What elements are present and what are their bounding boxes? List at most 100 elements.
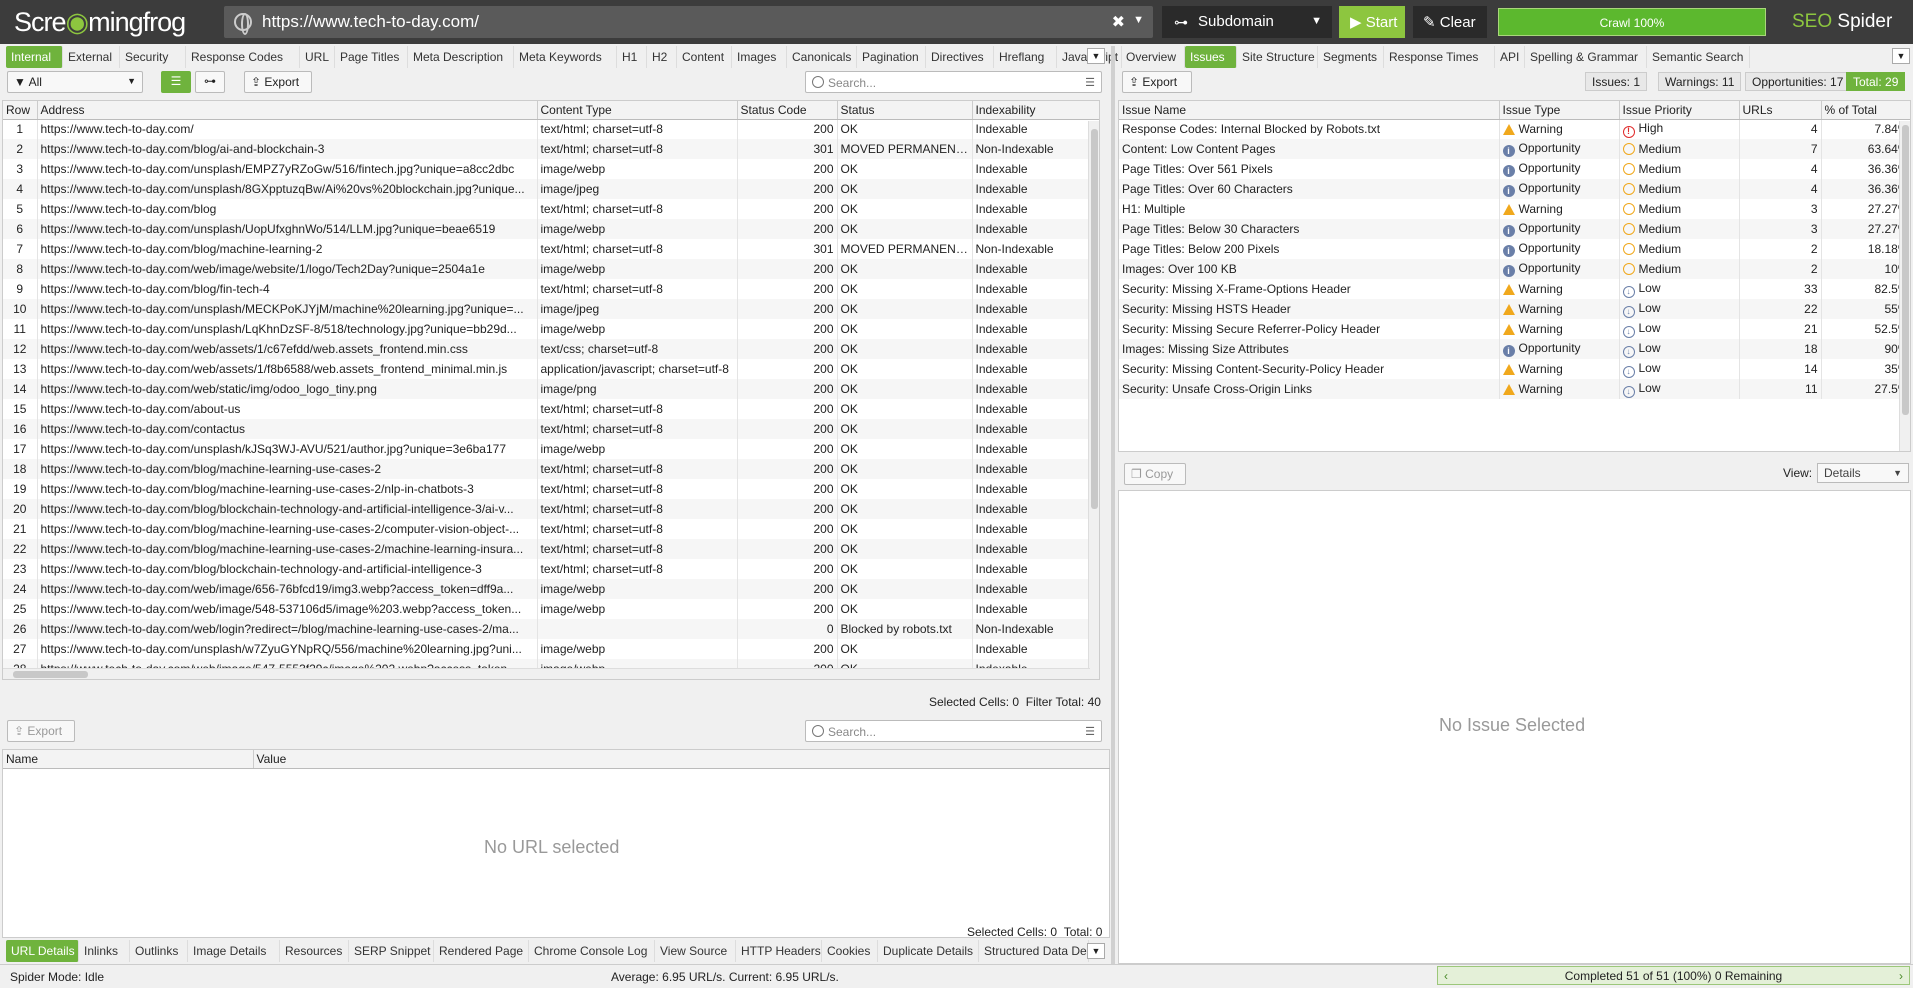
cell-status[interactable]: OK xyxy=(837,439,973,459)
cell-address[interactable]: https://www.tech-to-day.com/web/image/65… xyxy=(37,579,538,599)
cell-row[interactable]: 8 xyxy=(3,259,38,279)
cell-content-type[interactable]: text/html; charset=utf-8 xyxy=(537,419,738,439)
cell-row[interactable]: 27 xyxy=(3,639,38,659)
cell-name[interactable]: Images: Missing Size Attributes xyxy=(1119,339,1500,359)
list-view-button[interactable]: ☰ xyxy=(161,71,191,93)
cell-indexability[interactable]: Indexable xyxy=(972,419,1099,439)
cell-row[interactable]: 1 xyxy=(3,119,38,139)
cell-name[interactable]: Images: Over 100 KB xyxy=(1119,259,1500,279)
copy-button[interactable]: ❐ Copy xyxy=(1124,463,1186,485)
left-tab-h1[interactable]: H1 xyxy=(617,46,647,68)
issue-row[interactable]: Page Titles: Below 200 Pixels i Opportunit… xyxy=(1119,239,1910,259)
cell-address[interactable]: https://www.tech-to-day.com/web/image/we… xyxy=(37,259,538,279)
bottom-tab-cookies[interactable]: Cookies xyxy=(822,940,878,962)
cell-address[interactable]: https://www.tech-to-day.com/ xyxy=(37,119,538,139)
bottom-tab-inlinks[interactable]: Inlinks xyxy=(79,940,130,962)
bottom-tab-image-details[interactable]: Image Details xyxy=(188,940,280,962)
cell-content-type[interactable]: text/html; charset=utf-8 xyxy=(537,479,738,499)
cell-status-code[interactable]: 200 xyxy=(737,219,838,239)
cell-row[interactable]: 2 xyxy=(3,139,38,159)
search-options-icon[interactable]: ☰ xyxy=(1085,76,1095,89)
cell-indexability[interactable]: Indexable xyxy=(972,299,1099,319)
cell-priority[interactable]: ↓ Low xyxy=(1619,279,1740,299)
cell-indexability[interactable]: Indexable xyxy=(972,579,1099,599)
cell-address[interactable]: https://www.tech-to-day.com/unsplash/8GX… xyxy=(37,179,538,199)
cell-address[interactable]: https://www.tech-to-day.com/unsplash/EMP… xyxy=(37,159,538,179)
cell-row[interactable]: 24 xyxy=(3,579,38,599)
cell-address[interactable]: https://www.tech-to-day.com/blog xyxy=(37,199,538,219)
cell-status[interactable]: OK xyxy=(837,459,973,479)
cell-urls[interactable]: 3 xyxy=(1739,219,1822,239)
cell-indexability[interactable]: Indexable xyxy=(972,379,1099,399)
cell-pct[interactable]: 27.5% xyxy=(1821,379,1910,399)
table-row[interactable]: 20 https://www.tech-to-day.com/blog/block… xyxy=(3,499,1099,519)
cell-content-type[interactable]: text/html; charset=utf-8 xyxy=(537,139,738,159)
cell-priority[interactable]: Medium xyxy=(1619,239,1740,259)
cell-priority[interactable]: Medium xyxy=(1619,219,1740,239)
right-tab-issues[interactable]: Issues xyxy=(1185,46,1237,68)
cell-priority[interactable]: ↓ Low xyxy=(1619,299,1740,319)
cell-urls[interactable]: 7 xyxy=(1739,139,1822,159)
table-row[interactable]: 25 https://www.tech-to-day.com/web/image/… xyxy=(3,599,1099,619)
cell-pct[interactable]: 82.5% xyxy=(1821,279,1910,299)
bottom-tab-url-details[interactable]: URL Details xyxy=(6,940,79,962)
cell-priority[interactable]: Medium xyxy=(1619,159,1740,179)
right-tab-api[interactable]: API xyxy=(1495,46,1525,68)
cell-pct[interactable]: 27.27% xyxy=(1821,219,1910,239)
cell-status[interactable]: OK xyxy=(837,639,973,659)
cell-status-code[interactable]: 200 xyxy=(737,419,838,439)
column-status[interactable]: Status xyxy=(837,101,973,120)
cell-type[interactable]: i Opportunity xyxy=(1499,159,1620,179)
cell-content-type[interactable]: text/html; charset=utf-8 xyxy=(537,199,738,219)
issue-row[interactable]: Security: Unsafe Cross-Origin Links Warni… xyxy=(1119,379,1910,399)
column-name[interactable]: Name xyxy=(3,750,254,769)
cell-indexability[interactable]: Indexable xyxy=(972,319,1099,339)
search-input[interactable]: Search... ☰ xyxy=(805,71,1102,93)
cell-status-code[interactable]: 200 xyxy=(737,519,838,539)
table-row[interactable]: 10 https://www.tech-to-day.com/unsplash/M… xyxy=(3,299,1099,319)
cell-row[interactable]: 20 xyxy=(3,499,38,519)
issue-row[interactable]: Images: Over 100 KB i Opportunity Medium 2 10… xyxy=(1119,259,1910,279)
cell-row[interactable]: 11 xyxy=(3,319,38,339)
column-issue-priority[interactable]: Issue Priority xyxy=(1619,101,1740,120)
cell-address[interactable]: https://www.tech-to-day.com/about-us xyxy=(37,399,538,419)
cell-row[interactable]: 21 xyxy=(3,519,38,539)
cell-pct[interactable]: 18.18% xyxy=(1821,239,1910,259)
column-issue-name[interactable]: Issue Name xyxy=(1119,101,1500,120)
cell-status[interactable]: OK xyxy=(837,419,973,439)
cell-pct[interactable]: 36.36% xyxy=(1821,179,1910,199)
right-tab-spelling-grammar[interactable]: Spelling & Grammar xyxy=(1525,46,1647,68)
cell-indexability[interactable]: Indexable xyxy=(972,459,1099,479)
cell-indexability[interactable]: Indexable xyxy=(972,479,1099,499)
cell-address[interactable]: https://www.tech-to-day.com/blog/machine… xyxy=(37,519,538,539)
table-row[interactable]: 3 https://www.tech-to-day.com/unsplash/EM… xyxy=(3,159,1099,179)
table-row[interactable]: 21 https://www.tech-to-day.com/blog/machi… xyxy=(3,519,1099,539)
chevron-left-icon[interactable]: ‹ xyxy=(1444,969,1448,983)
cell-status-code[interactable]: 200 xyxy=(737,259,838,279)
cell-content-type[interactable]: text/html; charset=utf-8 xyxy=(537,499,738,519)
cell-content-type[interactable]: text/css; charset=utf-8 xyxy=(537,339,738,359)
table-row[interactable]: 6 https://www.tech-to-day.com/unsplash/Uo… xyxy=(3,219,1099,239)
cell-status-code[interactable]: 200 xyxy=(737,119,838,139)
cell-content-type[interactable]: text/html; charset=utf-8 xyxy=(537,399,738,419)
cell-status-code[interactable]: 200 xyxy=(737,339,838,359)
cell-indexability[interactable]: Indexable xyxy=(972,539,1099,559)
bottom-tab-resources[interactable]: Resources xyxy=(280,940,349,962)
cell-indexability[interactable]: Indexable xyxy=(972,279,1099,299)
cell-status-code[interactable]: 200 xyxy=(737,199,838,219)
cell-indexability[interactable]: Non-Indexable xyxy=(972,139,1099,159)
cell-status-code[interactable]: 301 xyxy=(737,139,838,159)
cell-indexability[interactable]: Indexable xyxy=(972,599,1099,619)
cell-status-code[interactable]: 200 xyxy=(737,399,838,419)
cell-content-type[interactable]: text/html; charset=utf-8 xyxy=(537,459,738,479)
left-tab-pagination[interactable]: Pagination xyxy=(857,46,926,68)
bottom-tab-structured-data-de[interactable]: Structured Data De xyxy=(979,940,1089,962)
cell-status-code[interactable]: 0 xyxy=(737,619,838,639)
cell-address[interactable]: https://www.tech-to-day.com/unsplash/Uop… xyxy=(37,219,538,239)
table-row[interactable]: 7 https://www.tech-to-day.com/blog/machin… xyxy=(3,239,1099,259)
left-tab-security[interactable]: Security xyxy=(120,46,186,68)
issue-row[interactable]: Content: Low Content Pages i Opportunity Me… xyxy=(1119,139,1910,159)
left-tab-url[interactable]: URL xyxy=(300,46,335,68)
chevron-right-icon[interactable]: › xyxy=(1899,969,1903,983)
issue-row[interactable]: Page Titles: Over 561 Pixels i Opportunity… xyxy=(1119,159,1910,179)
